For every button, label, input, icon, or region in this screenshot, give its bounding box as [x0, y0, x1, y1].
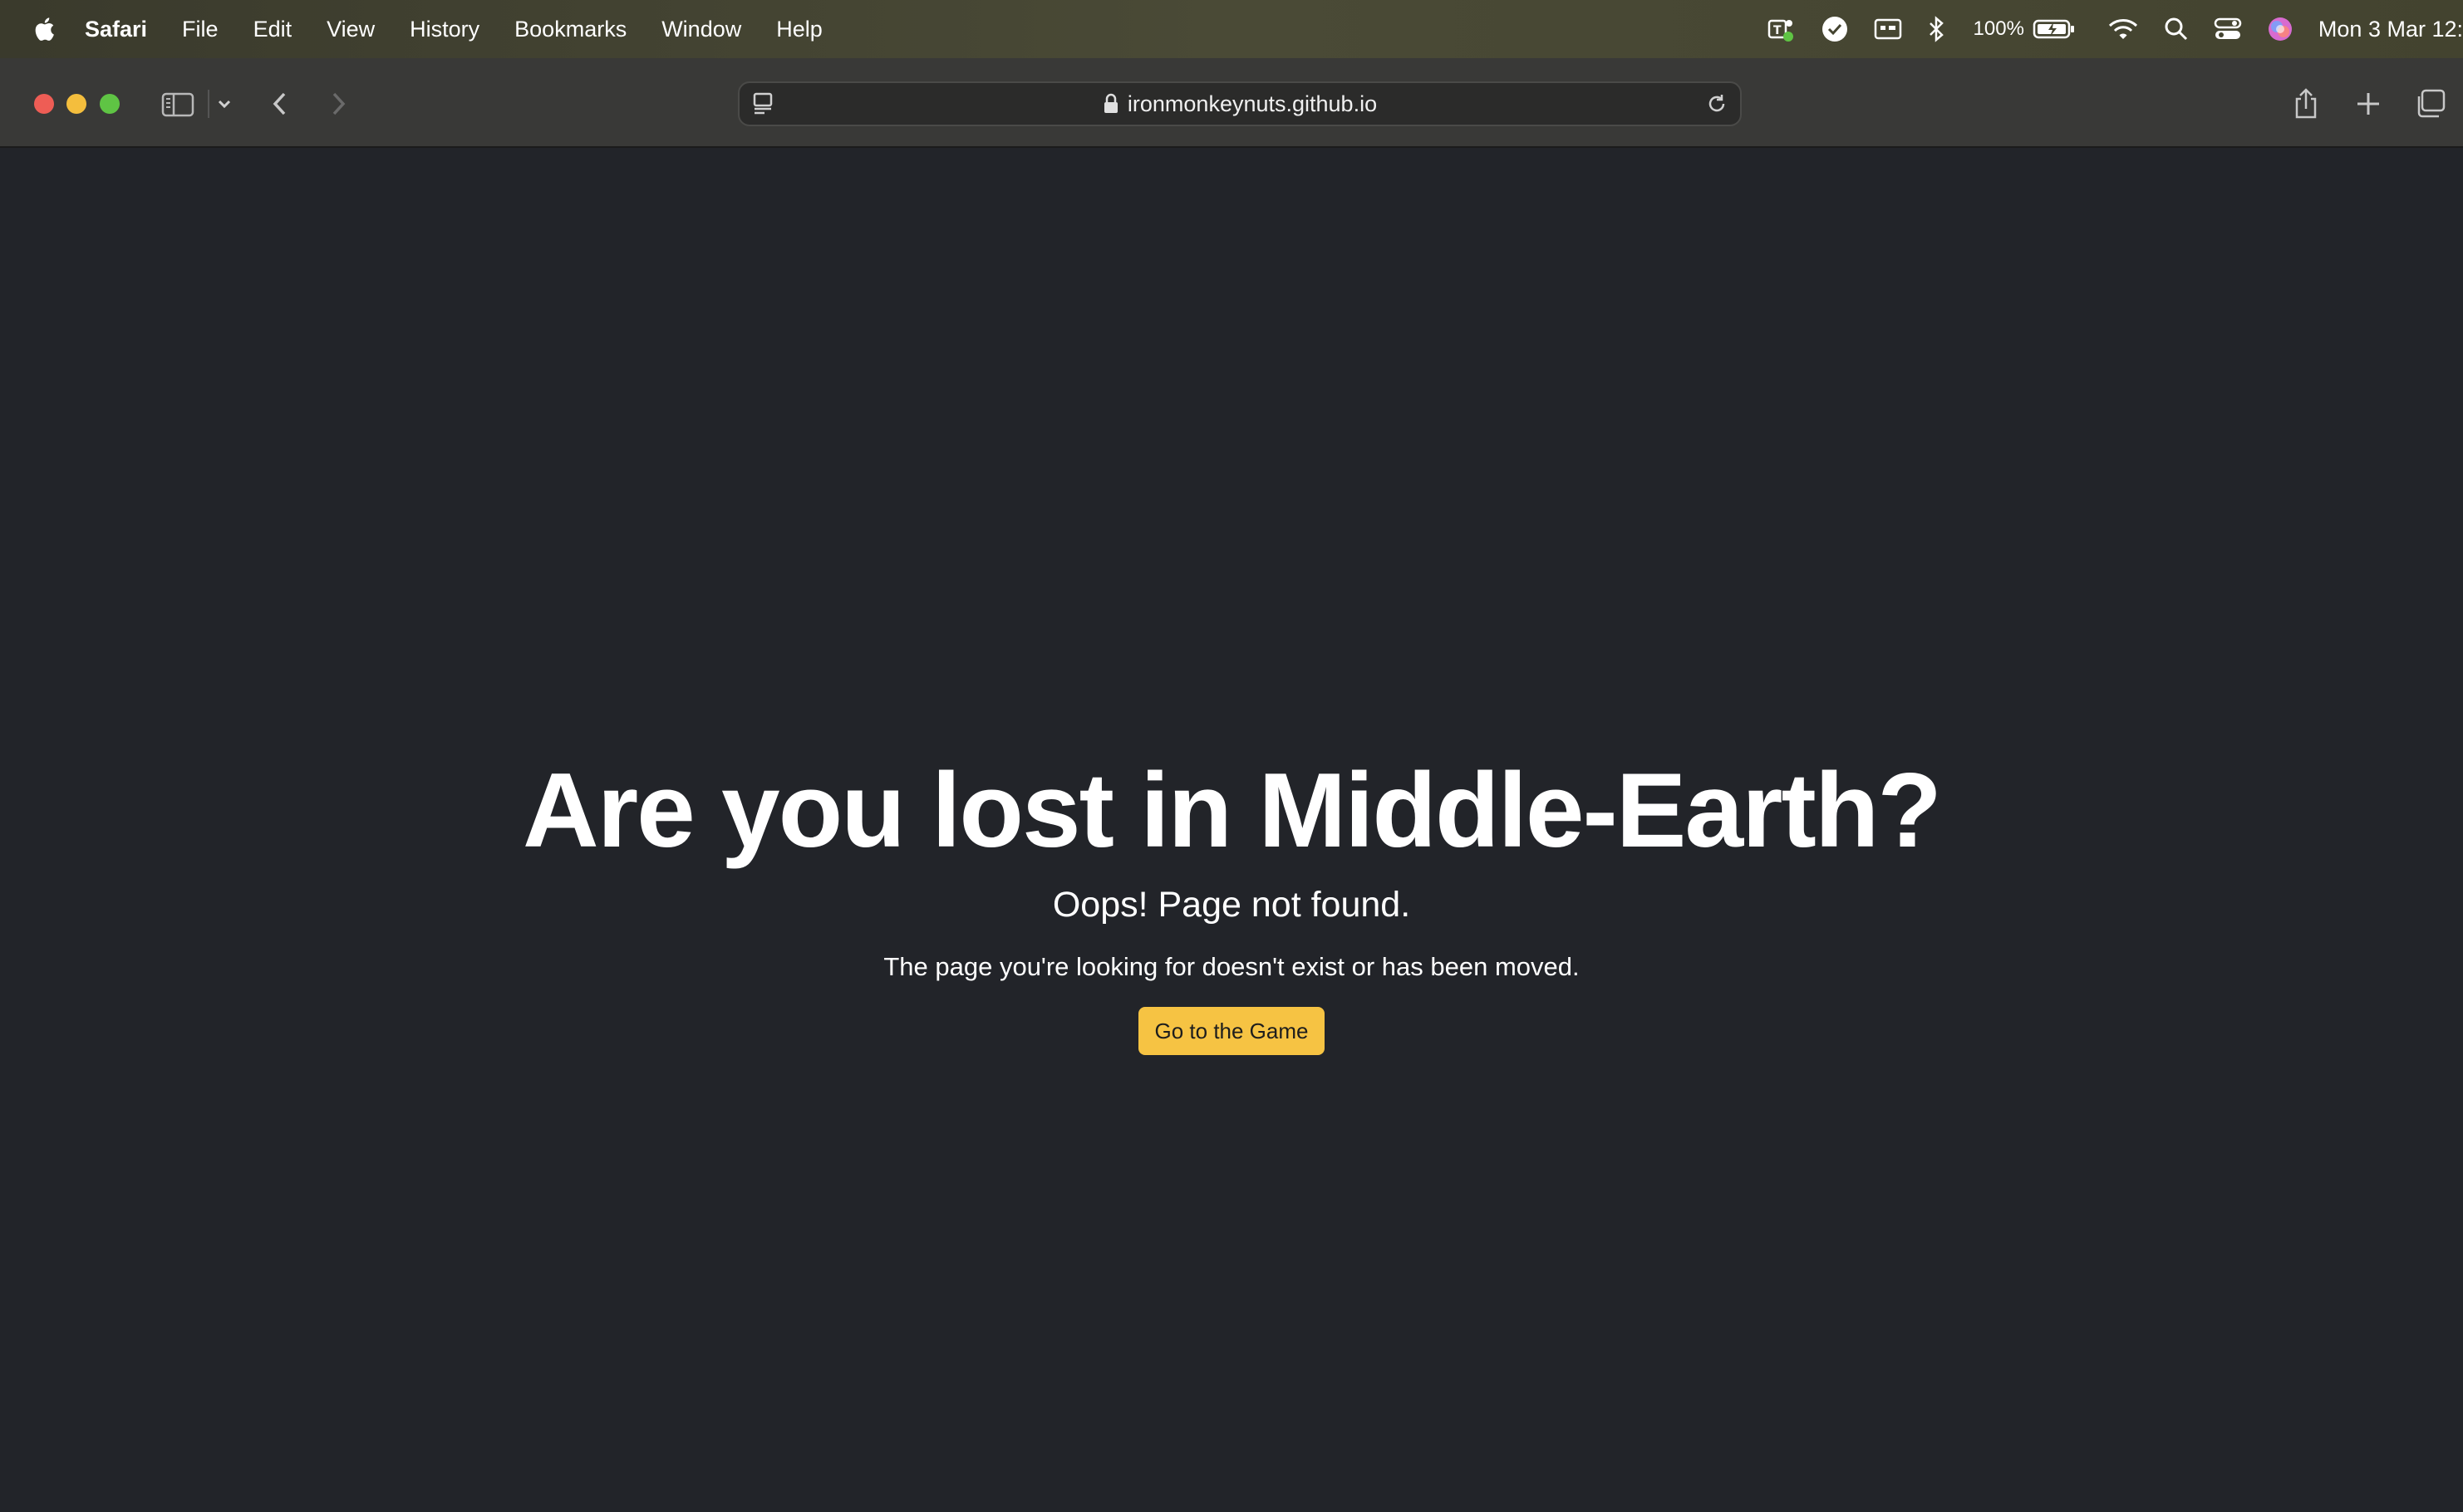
- control-center-icon[interactable]: [2214, 12, 2242, 46]
- menu-bar-clock[interactable]: Mon 3 Mar 12:: [2318, 17, 2463, 42]
- bluetooth-icon[interactable]: [1927, 12, 1945, 46]
- menu-edit[interactable]: Edit: [253, 17, 293, 42]
- apple-logo-icon[interactable]: [32, 15, 60, 43]
- battery-charging-icon[interactable]: [2033, 12, 2076, 46]
- menu-file[interactable]: File: [182, 17, 219, 42]
- lock-icon: [1103, 93, 1119, 115]
- chevron-left-icon: [273, 92, 286, 115]
- error-description: The page you're looking for doesn't exis…: [883, 952, 1580, 981]
- keyboard-input-icon[interactable]: [1874, 12, 1902, 46]
- menu-bookmarks[interactable]: Bookmarks: [514, 17, 627, 42]
- plus-icon: [2357, 93, 2379, 115]
- macos-menu-bar: Safari File Edit View History Bookmarks …: [0, 0, 2463, 58]
- toolbar-divider: [208, 90, 209, 118]
- not-found-block: Are you lost in Middle-Earth? Oops! Page…: [0, 748, 2463, 1055]
- back-button[interactable]: [268, 83, 293, 125]
- checkmark-shield-icon[interactable]: [1821, 12, 1849, 46]
- siri-icon[interactable]: [2267, 12, 2293, 46]
- spotlight-search-icon[interactable]: [2164, 12, 2189, 46]
- menu-app-safari[interactable]: Safari: [85, 17, 147, 42]
- battery-percentage: 100%: [1973, 17, 2024, 40]
- page-content: Are you lost in Middle-Earth? Oops! Page…: [0, 148, 2463, 1512]
- menu-help[interactable]: Help: [776, 17, 823, 42]
- sidebar-toggle-button[interactable]: [161, 83, 194, 125]
- url-text[interactable]: ironmonkeynuts.github.io: [1128, 91, 1377, 117]
- go-to-game-button[interactable]: Go to the Game: [1138, 1007, 1325, 1055]
- window-minimize-button[interactable]: [66, 94, 86, 114]
- window-close-button[interactable]: [34, 94, 54, 114]
- menu-view[interactable]: View: [327, 17, 375, 42]
- share-icon: [2295, 88, 2317, 119]
- chevron-right-icon: [332, 92, 346, 115]
- safari-window: ironmonkeynuts.github.io Are you lost in…: [0, 58, 2463, 1512]
- window-zoom-button[interactable]: [100, 94, 120, 114]
- forward-button[interactable]: [326, 83, 351, 125]
- tab-overview-icon: [2417, 89, 2446, 118]
- reload-icon[interactable]: [1705, 92, 1728, 120]
- chevron-down-icon: [218, 100, 231, 109]
- svg-text:T: T: [1773, 24, 1782, 37]
- page-title: Are you lost in Middle-Earth?: [523, 751, 1942, 869]
- tab-overview-button[interactable]: [2415, 83, 2446, 125]
- safari-toolbar: ironmonkeynuts.github.io: [0, 58, 2463, 148]
- new-tab-button[interactable]: [2355, 83, 2382, 125]
- error-subheading: Oops! Page not found.: [1052, 885, 1411, 925]
- teams-status-icon[interactable]: T: [1766, 12, 1796, 46]
- menu-window[interactable]: Window: [661, 17, 741, 42]
- address-bar[interactable]: ironmonkeynuts.github.io: [738, 81, 1742, 126]
- wifi-icon[interactable]: [2107, 12, 2139, 46]
- menu-history[interactable]: History: [410, 17, 479, 42]
- sidebar-icon: [161, 92, 194, 117]
- tab-group-menu-button[interactable]: [214, 83, 234, 125]
- share-button[interactable]: [2292, 83, 2320, 125]
